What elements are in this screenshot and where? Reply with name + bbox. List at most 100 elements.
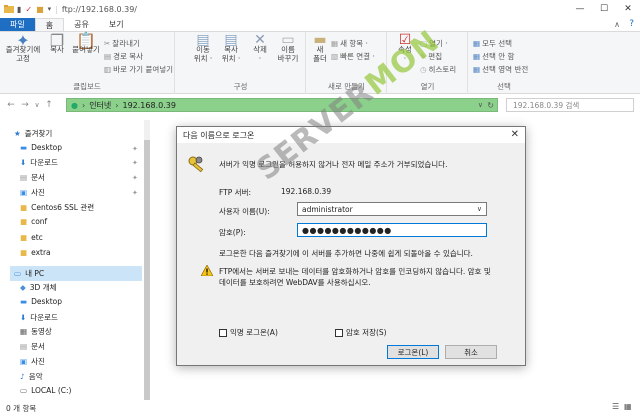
breadcrumb-separator-icon: › [81, 100, 86, 110]
select-all-icon: ▦ [473, 39, 481, 48]
easy-access-button[interactable]: ▧ 빠른 연결 · [331, 51, 375, 62]
nav-item-music[interactable]: ♪ 음악 [20, 371, 43, 382]
nav-item-local-c[interactable]: ▭ LOCAL (C:) [20, 386, 71, 395]
invert-selection-button[interactable]: ▦ 선택 영역 반전 [473, 64, 528, 75]
check-quick-icon[interactable]: ✓ [25, 5, 32, 14]
easy-access-icon: ▧ [331, 52, 339, 61]
save-password-checkbox-box[interactable] [335, 328, 343, 337]
nav-item-documents-pc[interactable]: ▤ 문서 [20, 341, 45, 352]
close-button[interactable]: ✕ [616, 0, 640, 18]
cancel-button[interactable]: 취소 [445, 345, 497, 359]
search-input[interactable]: 192.168.0.39 검색 [506, 98, 634, 112]
paste-shortcut-button[interactable]: ▥ 바로 가기 붙여넣기 [104, 64, 173, 75]
delete-icon: ✕ [254, 32, 266, 48]
back-arrow-icon[interactable]: ← [4, 100, 18, 110]
anonymous-checkbox-box[interactable] [219, 328, 227, 337]
new-folder-button[interactable]: ▬ 새 폴더 [311, 33, 329, 63]
details-view-icon[interactable]: ☰ [612, 402, 619, 411]
anonymous-logon-checkbox[interactable]: 익명 로그온(A) [219, 327, 278, 338]
password-field[interactable]: ●●●●●●●●●●●● [297, 223, 487, 237]
paste-icon: 📋 [76, 31, 96, 50]
tab-share[interactable]: 공유 [64, 18, 99, 31]
copy-button[interactable]: ❐ 복사 [46, 33, 68, 55]
copy-path-button[interactable]: ▤ 경로 복사 [104, 51, 143, 62]
help-icon[interactable]: ? [629, 19, 634, 29]
tab-file[interactable]: 파일 [0, 18, 35, 31]
nav-item-extra[interactable]: ■ extra [20, 248, 51, 257]
pin-icon[interactable]: ✦ [132, 174, 138, 182]
rename-icon: ▭ [281, 32, 295, 48]
select-all-button[interactable]: ▦ 모두 선택 [473, 38, 512, 49]
properties-button[interactable]: ☑ 속성 · [394, 33, 416, 63]
dialog-title: 다음 이름으로 로그온 [183, 130, 255, 140]
nav-item-videos[interactable]: ▦ 동영상 [20, 326, 52, 337]
new-item-icon: ▦ [331, 39, 339, 48]
warning-text-line1: FTP에서는 서버로 보내는 데이터를 암호화하거나 암호를 인코딩하지 않습니… [219, 267, 491, 276]
desktop-folder-icon: ▬ [20, 297, 28, 306]
paste-button[interactable]: 📋 붙여넣기 [70, 31, 102, 55]
maximize-button[interactable]: ☐ [592, 0, 616, 18]
nav-item-centos6[interactable]: ■ Centos6 SSL 관련 [20, 202, 94, 213]
dialog-close-icon[interactable]: ✕ [511, 129, 519, 140]
copy-to-button[interactable]: ▤ 복사 위치 · [218, 33, 244, 63]
pin-icon[interactable]: ✦ [132, 189, 138, 197]
nav-item-pictures[interactable]: ▣ 사진 [20, 187, 45, 198]
nav-item-desktop-pc[interactable]: ▬ Desktop [20, 297, 62, 306]
nav-item-3d-objects[interactable]: ◆ 3D 개체 [20, 282, 57, 293]
customize-quick-icon[interactable]: ▾ [48, 5, 52, 13]
collapse-ribbon-icon[interactable]: ∧ [614, 20, 620, 29]
tab-view[interactable]: 보기 [99, 18, 134, 31]
pin-icon[interactable]: ✦ [132, 159, 138, 167]
nav-item-downloads-pc[interactable]: ⬇ 다운로드 [20, 312, 58, 323]
recent-chevron-icon[interactable]: ∨ [32, 101, 42, 109]
history-button[interactable]: ◷ 히스토리 [420, 64, 456, 75]
username-combobox[interactable]: administrator ∨ [297, 202, 487, 216]
nav-item-quick-access[interactable]: ★ 즐겨찾기 [14, 128, 52, 139]
save-password-checkbox[interactable]: 암호 저장(S) [335, 327, 387, 338]
open-label: 열기 [420, 82, 435, 91]
select-none-button[interactable]: ▦ 선택 안 함 [473, 51, 514, 62]
nav-item-etc[interactable]: ■ etc [20, 233, 43, 242]
nav-item-downloads[interactable]: ⬇ 다운로드 [20, 157, 58, 168]
cut-button[interactable]: ✂ 잘라내기 [104, 38, 140, 49]
title-bar: ▮ ✓ ■ ▾ | ftp://192.168.0.39/ — ☐ ✕ [0, 0, 640, 18]
large-icons-view-icon[interactable]: ▦ [624, 402, 632, 411]
forward-arrow-icon[interactable]: → [18, 100, 32, 110]
breadcrumb-host[interactable]: 192.168.0.39 [122, 101, 175, 110]
folder-quick-icon[interactable]: ■ [36, 5, 44, 14]
paste-shortcut-icon: ▥ [104, 65, 112, 74]
delete-button[interactable]: ✕ 삭제 · [248, 32, 272, 63]
logon-button[interactable]: 로그온(L) [387, 345, 439, 359]
save-quick-icon[interactable]: ▮ [17, 5, 21, 14]
navigation-pane: ★ 즐겨찾기 ▬ Desktop ✦ ⬇ 다운로드 ✦ ▤ 문서 ✦ ▣ 사진 ✦ ■ Ce… [0, 120, 152, 402]
new-item-button[interactable]: ▦ 새 항목 · [331, 38, 368, 49]
rename-button[interactable]: ▭ 이름 바꾸기 [274, 32, 302, 63]
video-icon: ▦ [20, 327, 28, 336]
refresh-icon[interactable]: ↻ [487, 101, 494, 110]
open-button[interactable]: ▢ 열기 · [420, 38, 448, 49]
breadcrumb-internet[interactable]: 인터넷 [89, 100, 111, 111]
username-value: administrator [302, 204, 353, 214]
nav-item-conf[interactable]: ■ conf [20, 217, 47, 226]
nav-item-desktop[interactable]: ▬ Desktop [20, 143, 62, 152]
nav-scrollbar[interactable] [144, 120, 150, 400]
nav-item-pictures-pc[interactable]: ▣ 사진 [20, 356, 45, 367]
address-dropdown-icon[interactable]: ∨ [478, 101, 483, 109]
move-to-button[interactable]: ▤ 이동 위치 · [190, 33, 216, 63]
tab-home[interactable]: 홈 [34, 18, 65, 31]
logon-dialog: 다음 이름으로 로그온 ✕ 서버가 익명 로그인을 허용하지 않거나 전자 메일… [176, 126, 526, 366]
keys-icon [188, 156, 204, 173]
music-icon: ♪ [20, 372, 25, 381]
pin-icon[interactable]: ✦ [132, 145, 138, 153]
edit-button[interactable]: ✎ 편집 [420, 51, 442, 62]
address-bar[interactable]: ● › 인터넷 › 192.168.0.39 ∨ ↻ [66, 98, 498, 112]
minimize-button[interactable]: — [568, 0, 592, 18]
nav-item-documents[interactable]: ▤ 문서 [20, 172, 45, 183]
pin-quick-access-button[interactable]: ✦ 즐겨찾기에 고정 [4, 33, 42, 64]
nav-item-this-pc[interactable]: ▭ 내 PC [10, 266, 142, 281]
star-icon: ★ [14, 129, 21, 138]
pictures-icon: ▣ [20, 188, 28, 197]
nav-scrollbar-thumb[interactable] [144, 140, 150, 400]
up-arrow-icon[interactable]: ↑ [42, 100, 56, 110]
chevron-down-icon[interactable]: ∨ [477, 205, 482, 213]
